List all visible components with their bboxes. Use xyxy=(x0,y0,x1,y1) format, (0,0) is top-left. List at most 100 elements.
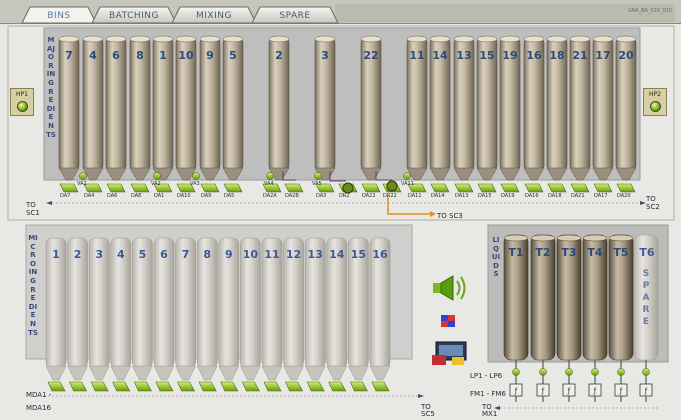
lp-label: LP1 - LP6 xyxy=(470,372,503,380)
liquid-tank-number-T4: T4 xyxy=(587,246,603,259)
micro-silo-number-9: 9 xyxy=(224,248,233,261)
major-valve-label-5: VA11 xyxy=(401,181,414,187)
major-discharge-DA5[interactable] xyxy=(223,183,243,193)
major-silo-4-number: 4 xyxy=(89,49,97,62)
major-silo-14-number: 14 xyxy=(432,49,448,62)
liquid-line-1[interactable]: ƒ xyxy=(509,360,523,402)
major-discharge-DA15[interactable] xyxy=(477,183,497,193)
major-silo-16-number: 16 xyxy=(526,49,542,62)
major-silo-10-number: 10 xyxy=(178,49,194,62)
major-silo-7-number: 7 xyxy=(65,49,73,62)
major-silo-19-number: 19 xyxy=(502,49,518,62)
major-valve-label-0: VA1 xyxy=(77,181,87,187)
hp2-indicator[interactable]: HP2 xyxy=(643,88,667,116)
major-discharge-DA6[interactable] xyxy=(106,183,126,193)
micro-silo-number-10: 10 xyxy=(242,248,259,261)
mda16-label: MDA16 xyxy=(26,404,52,412)
major-discharge-DA9[interactable] xyxy=(200,183,220,193)
major-discharge-label-6: DA9 xyxy=(201,193,212,199)
major-discharge-label-15: DA14 xyxy=(431,193,445,199)
major-discharge-label-13: DR22 xyxy=(383,193,397,199)
to-sc5-label: TO SC5 xyxy=(421,403,435,418)
mda1-label: MDA1 - xyxy=(26,391,52,399)
tab-bins[interactable]: BINS xyxy=(30,8,88,24)
micro-silo-number-16: 16 xyxy=(372,248,388,261)
speaker-icon[interactable] xyxy=(433,275,466,301)
major-valve-label-4: VA5 xyxy=(312,181,322,187)
major-discharge-label-2: DA6 xyxy=(107,193,118,199)
computer-icon[interactable] xyxy=(432,341,467,365)
micro-silo-number-12: 12 xyxy=(285,248,302,261)
fm-label: FM1 - FM6 xyxy=(470,390,507,398)
liquid-tank-number-T5: T5 xyxy=(613,246,629,259)
micro-silo-number-1: 1 xyxy=(52,248,60,261)
major-discharge-label-5: DA10 xyxy=(177,193,191,199)
tab-mixing[interactable]: MIXING xyxy=(180,8,248,24)
major-valve-VA3[interactable] xyxy=(192,172,200,180)
micro-silo-number-13: 13 xyxy=(307,248,323,261)
major-discharge-DA16[interactable] xyxy=(524,183,544,193)
liquid-line-3[interactable]: ƒ xyxy=(562,360,576,402)
liquid-line-4[interactable]: ƒ xyxy=(588,360,602,402)
tab-spare[interactable]: SPARE xyxy=(260,8,330,24)
major-discharge-label-0: DA7 xyxy=(60,193,71,199)
major-discharge-label-8: DA2A xyxy=(263,193,277,199)
liquid-line-6[interactable]: ƒ xyxy=(639,360,653,402)
to-mx1-label: TO MX1 xyxy=(482,403,498,418)
major-valve-label-3: VA4 xyxy=(264,181,274,187)
major-discharge-DA2B[interactable] xyxy=(284,183,304,193)
major-discharge-label-3: DA8 xyxy=(131,193,142,199)
major-ingredients-label: MAJOR INGREDIENTS xyxy=(46,36,56,139)
major-silo-9-number: 9 xyxy=(206,49,214,62)
major-silo-1-number: 1 xyxy=(159,49,167,62)
hp2-led xyxy=(649,101,661,112)
micro-silo-number-4: 4 xyxy=(116,248,125,261)
major-discharge-label-11: DR2 xyxy=(339,193,350,199)
micro-silo-number-11: 11 xyxy=(264,248,280,261)
liquid-line-2[interactable]: ƒ xyxy=(536,360,550,402)
hp2-label: HP2 xyxy=(649,91,661,98)
flag-icon[interactable] xyxy=(441,315,455,327)
major-valve-label-1: VA2 xyxy=(151,181,161,187)
major-discharge-DA13[interactable] xyxy=(454,183,474,193)
liquid-tank-number-T3: T3 xyxy=(561,246,577,259)
major-valve-VA1[interactable] xyxy=(79,172,87,180)
micro-silo-number-7: 7 xyxy=(181,248,190,261)
major-discharge-label-21: DA21 xyxy=(571,193,585,199)
major-discharge-label-10: DA3 xyxy=(316,193,327,199)
major-discharge-DA19[interactable] xyxy=(500,183,520,193)
major-valve-VA5[interactable] xyxy=(314,172,322,180)
svg-text:ƒ: ƒ xyxy=(619,387,623,395)
major-discharge-DA7[interactable] xyxy=(59,183,79,193)
major-discharge-DA20[interactable] xyxy=(616,183,636,193)
major-discharge-DA18[interactable] xyxy=(547,183,567,193)
major-discharge-label-4: DA1 xyxy=(154,193,165,199)
micro-silo-number-5: 5 xyxy=(138,248,147,261)
major-valve-VA4[interactable] xyxy=(266,172,274,180)
liquid-tank-number-T2: T2 xyxy=(535,246,551,259)
major-silo-6-number: 6 xyxy=(112,49,120,62)
major-valve-label-2: VA3 xyxy=(190,181,200,187)
major-valve-VA11[interactable] xyxy=(403,172,411,180)
micro-silo-number-15: 15 xyxy=(350,248,367,261)
liquid-tank-number-t6: T6 xyxy=(639,246,655,259)
major-discharge-label-1: DA4 xyxy=(84,193,95,199)
major-discharge-DA21[interactable] xyxy=(570,183,590,193)
major-silo-18-number: 18 xyxy=(549,49,565,62)
major-discharge-DA17[interactable] xyxy=(593,183,613,193)
major-discharge-DA8[interactable] xyxy=(130,183,150,193)
hp1-indicator[interactable]: HP1 xyxy=(10,88,34,116)
liquid-tank-number-T1: T1 xyxy=(508,246,524,259)
micro-silo-number-8: 8 xyxy=(203,248,212,261)
to-sc3-label: TO SC3 xyxy=(437,212,463,220)
major-discharge-DA14[interactable] xyxy=(430,183,450,193)
major-discharge-DA22[interactable] xyxy=(361,183,381,193)
micro-silo-number-2: 2 xyxy=(73,248,82,261)
major-valve-VA2[interactable] xyxy=(153,172,161,180)
liquid-line-5[interactable]: ƒ xyxy=(614,360,628,402)
major-silo-20-number: 20 xyxy=(618,49,634,62)
tab-batching[interactable]: BATCHING xyxy=(100,8,168,24)
major-discharge-label-20: DA18 xyxy=(548,193,562,199)
major-silo-15-number: 15 xyxy=(479,49,495,62)
major-silo-8-number: 8 xyxy=(136,49,144,62)
